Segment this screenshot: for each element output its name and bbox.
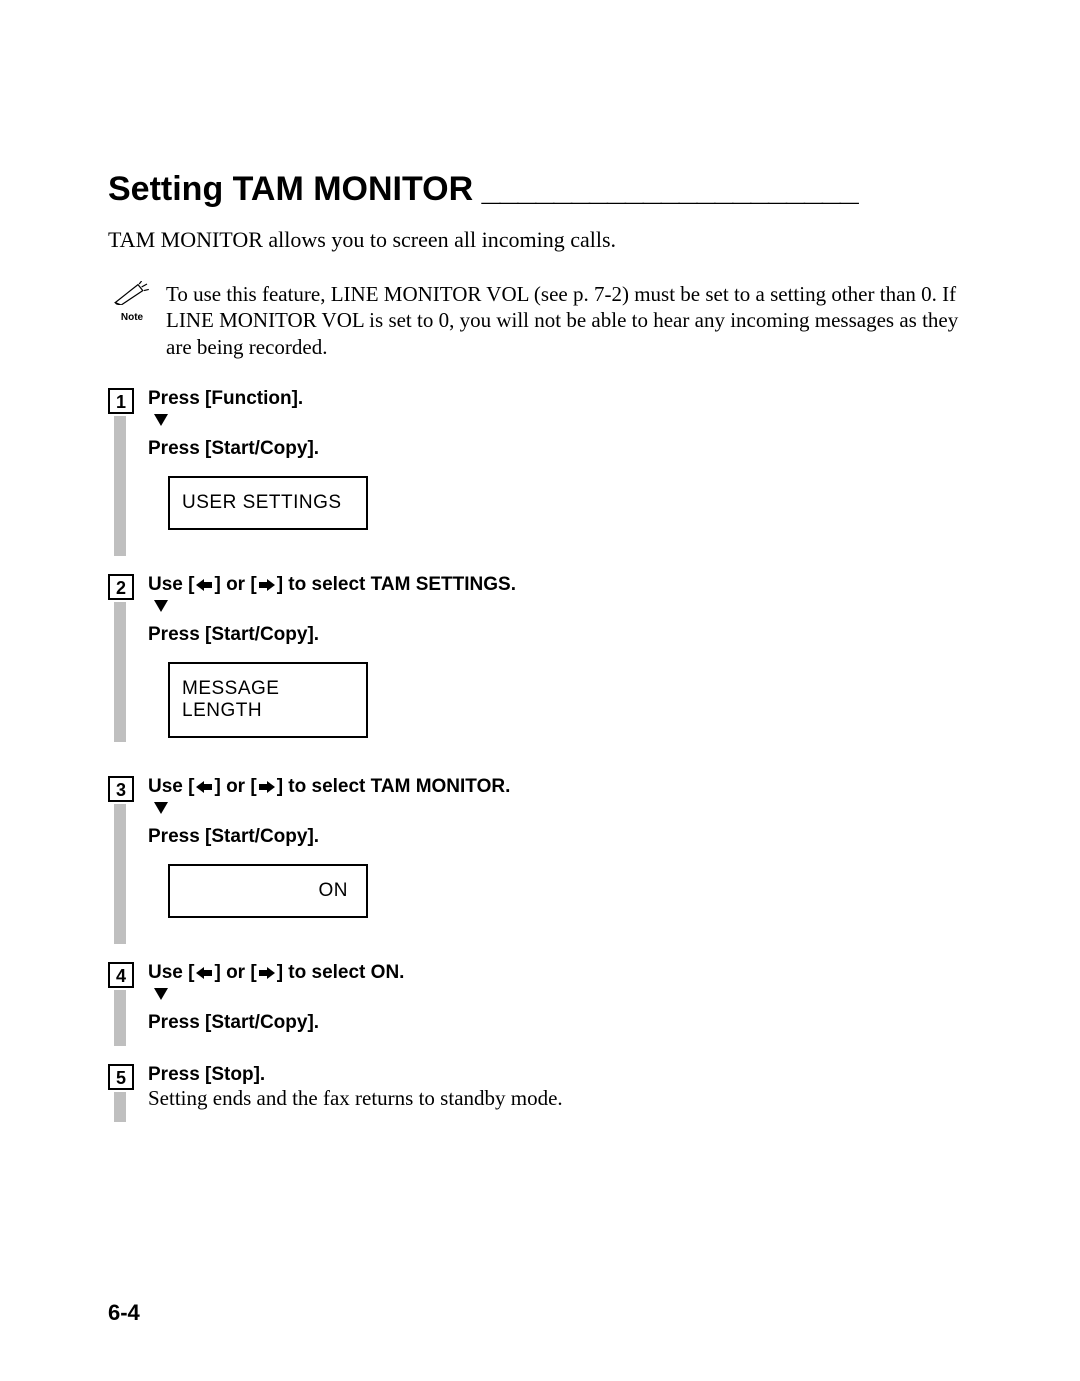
txt: Use [ xyxy=(148,776,194,797)
txt: ] to select xyxy=(277,776,371,797)
step-line: Press [Start/Copy]. xyxy=(148,438,368,460)
intro-text: TAM MONITOR allows you to screen all inc… xyxy=(108,227,972,253)
step-marker: 5 xyxy=(108,1064,138,1122)
page-title: Setting TAM MONITOR ____________________… xyxy=(108,170,972,209)
step-body: Press [Stop]. Setting ends and the fax r… xyxy=(148,1064,563,1111)
step-1: 1 Press [Function]. Press [Start/Copy]. … xyxy=(108,388,972,556)
txt: Use [ xyxy=(148,574,194,595)
down-arrow-icon xyxy=(154,414,168,426)
txt: ] to select xyxy=(277,574,371,595)
step-2: 2 Use [ ] or [ ] to select TAM SETTINGS. P… xyxy=(108,574,972,758)
right-arrow-icon xyxy=(259,962,275,984)
left-arrow-icon xyxy=(196,962,212,984)
step-line: Press [Start/Copy]. xyxy=(148,624,516,646)
left-arrow-icon xyxy=(196,776,212,798)
step-marker: 1 xyxy=(108,388,138,556)
txt: ] or [ xyxy=(214,574,256,595)
step-line: Press [Start/Copy]. xyxy=(148,826,510,848)
step-bar xyxy=(114,990,126,1046)
step-number: 5 xyxy=(108,1064,134,1090)
lcd-display: ON xyxy=(168,864,368,918)
step-number: 1 xyxy=(108,388,134,414)
step-number: 4 xyxy=(108,962,134,988)
step-number: 2 xyxy=(108,574,134,600)
step-body: Use [ ] or [ ] to select TAM MONITOR. Pres… xyxy=(148,776,510,938)
step-line: Press [Stop]. xyxy=(148,1064,563,1086)
right-arrow-icon xyxy=(259,574,275,596)
title-text: Setting TAM MONITOR xyxy=(108,170,473,208)
step-3: 3 Use [ ] or [ ] to select TAM MONITOR. Pr… xyxy=(108,776,972,944)
down-arrow-icon xyxy=(154,600,168,612)
step-body: Press [Function]. Press [Start/Copy]. US… xyxy=(148,388,368,550)
step-body: Use [ ] or [ ] to select TAM SETTINGS. Pre… xyxy=(148,574,516,758)
step-4: 4 Use [ ] or [ ] to select ON. Press [Star… xyxy=(108,962,972,1046)
step-marker: 4 xyxy=(108,962,138,1046)
page-number: 6-4 xyxy=(108,1300,140,1326)
step-line: Press [Start/Copy]. xyxy=(148,1012,404,1034)
note-block: Note To use this feature, LINE MONITOR V… xyxy=(108,281,972,360)
down-arrow-icon xyxy=(154,988,168,1000)
step-line: Use [ ] or [ ] to select TAM MONITOR. xyxy=(148,776,510,798)
step-5: 5 Press [Stop]. Setting ends and the fax… xyxy=(108,1064,972,1122)
right-arrow-icon xyxy=(259,776,275,798)
lcd-display: MESSAGE LENGTH xyxy=(168,662,368,738)
left-arrow-icon xyxy=(196,574,212,596)
step-bar xyxy=(114,416,126,556)
step-marker: 2 xyxy=(108,574,138,742)
note-label: Note xyxy=(108,312,156,323)
txt: Use [ xyxy=(148,962,194,983)
step-number: 3 xyxy=(108,776,134,802)
step-line: Use [ ] or [ ] to select ON. xyxy=(148,962,404,984)
step-body: Use [ ] or [ ] to select ON. Press [Start/… xyxy=(148,962,404,1034)
txt: TAM MONITOR. xyxy=(371,776,511,797)
title-dashes: _____________________ xyxy=(473,170,858,208)
txt: ] or [ xyxy=(214,962,256,983)
txt: TAM SETTINGS. xyxy=(371,574,516,595)
step-bar xyxy=(114,602,126,742)
down-arrow-icon xyxy=(154,802,168,814)
txt: ON. xyxy=(371,962,405,983)
txt: ] or [ xyxy=(214,776,256,797)
note-text: To use this feature, LINE MONITOR VOL (s… xyxy=(156,281,972,360)
step-line: Setting ends and the fax returns to stan… xyxy=(148,1086,563,1111)
note-icon: Note xyxy=(108,281,156,323)
step-bar xyxy=(114,804,126,944)
step-line: Press [Function]. xyxy=(148,388,368,410)
step-marker: 3 xyxy=(108,776,138,944)
step-bar xyxy=(114,1092,126,1122)
txt: ] to select xyxy=(277,962,371,983)
step-line: Use [ ] or [ ] to select TAM SETTINGS. xyxy=(148,574,516,596)
lcd-display: USER SETTINGS xyxy=(168,476,368,530)
manual-page: Setting TAM MONITOR ____________________… xyxy=(0,0,1080,1122)
